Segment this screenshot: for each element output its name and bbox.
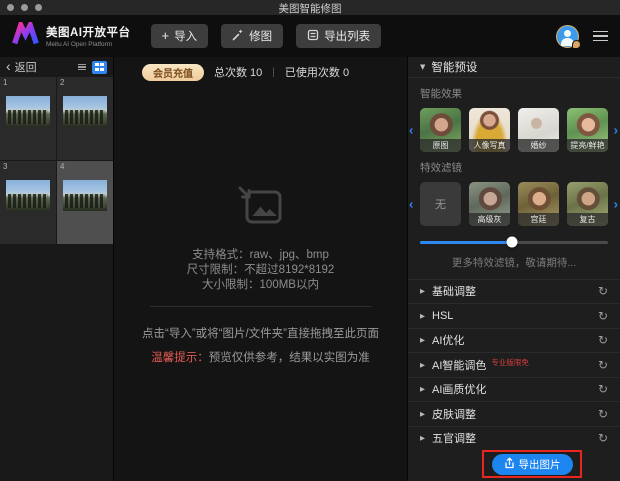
filter-none[interactable]: 无 <box>420 182 461 226</box>
toolbar: 美图AI开放平台 Meitu AI Open Platform + 导入 修图 … <box>0 15 620 57</box>
drop-hint: 点击“导入”或将“图片/文件夹”直接拖拽至此页面 <box>142 325 379 341</box>
smart-effects-label: 智能效果 <box>420 86 608 101</box>
filter-palace[interactable]: 宫廷 <box>518 182 559 226</box>
carousel-prev-icon[interactable]: ‹ <box>409 197 413 212</box>
filters-carousel: ‹ 无 高级灰 宫廷 复古 › <box>420 182 608 226</box>
chevron-down-icon: ▼ <box>420 63 425 71</box>
presets-carousel: ‹ 原图 人像写真 婚纱 提亮/鲜艳 › <box>420 108 608 152</box>
section-smart-presets[interactable]: ▼ 智能预设 <box>408 57 620 78</box>
reset-icon[interactable]: ↻ <box>598 285 608 297</box>
adjustments-panel: ▼ 智能预设 智能效果 ‹ 原图 人像写真 婚纱 提亮/鲜艳 › <box>408 57 620 481</box>
list-icon <box>78 63 86 71</box>
effect-filters-label: 特效滤镜 <box>420 160 608 175</box>
slider-fill <box>420 241 512 245</box>
chevron-right-icon: ▶ <box>420 410 425 418</box>
reset-icon[interactable]: ↻ <box>598 432 608 444</box>
total-count: 总次数 10 <box>214 64 262 80</box>
preset-portrait[interactable]: 人像写真 <box>469 108 510 152</box>
brand-name: 美图AI开放平台 <box>46 24 131 40</box>
thumbnail-grid: 1 2 3 4 <box>0 77 113 244</box>
size-limit: 大小限制：100MB以内 <box>202 278 319 293</box>
reset-icon[interactable]: ↻ <box>598 383 608 395</box>
chevron-right-icon: ▶ <box>420 287 425 295</box>
supported-formats: 支持格式：raw、jpg、bmp <box>192 248 329 263</box>
group-photo-thumbnail <box>6 180 50 211</box>
filter-retro[interactable]: 复古 <box>567 182 608 226</box>
filter-advanced-gray[interactable]: 高级灰 <box>469 182 510 226</box>
import-image-icon <box>236 185 286 234</box>
carousel-next-icon[interactable]: › <box>614 123 618 138</box>
grid-view-toggle[interactable] <box>92 61 107 74</box>
reset-icon[interactable]: ↻ <box>598 359 608 371</box>
wand-icon <box>232 29 244 44</box>
pro-free-badge: 专业版限免 <box>491 357 529 368</box>
section-ai-quality[interactable]: ▶ AI画质优化 ↻ <box>408 377 620 402</box>
window-title: 美图智能修图 <box>0 1 620 16</box>
reset-icon[interactable]: ↻ <box>598 310 608 322</box>
user-avatar[interactable] <box>556 25 579 48</box>
image-thumbnail[interactable]: 2 <box>57 77 113 160</box>
section-skin-adjustment[interactable]: ▶ 皮肤调整 ↻ <box>408 401 620 426</box>
usage-bar: 会员充值 总次数 10 | 已使用次数 0 <box>114 57 407 79</box>
avatar-person-icon <box>564 30 571 37</box>
chevron-right-icon: ▶ <box>420 361 425 369</box>
image-thumbnail[interactable]: 1 <box>0 77 56 160</box>
section-hsl[interactable]: ▶ HSL ↻ <box>408 303 620 328</box>
sidebar: ‹ 返回 1 2 3 <box>0 57 113 481</box>
brand-subtitle: Meitu AI Open Platform <box>46 41 131 48</box>
slider-thumb[interactable] <box>507 237 518 248</box>
app-window: 美图智能修图 美图AI开放平台 Meitu AI Open Platform +… <box>0 0 620 481</box>
filter-strength-slider[interactable] <box>420 237 608 247</box>
section-ai-optimize[interactable]: ▶ AI优化 ↻ <box>408 328 620 353</box>
group-photo-thumbnail <box>63 96 107 127</box>
back-button[interactable]: ‹ 返回 <box>6 59 37 75</box>
highlight-annotation-box: 导出图片 <box>482 450 582 478</box>
export-list-button[interactable]: 导出列表 <box>296 24 381 48</box>
carousel-next-icon[interactable]: › <box>614 197 618 212</box>
section-facial-adjustment[interactable]: ▶ 五官调整 ↻ <box>408 426 620 451</box>
warm-tip: 温馨提示：预览仅供参考，结果以实图为准 <box>151 349 370 365</box>
export-icon <box>504 457 515 472</box>
titlebar: 美图智能修图 <box>0 0 620 15</box>
preset-wedding[interactable]: 婚纱 <box>518 108 559 152</box>
import-button[interactable]: + 导入 <box>151 24 209 48</box>
menu-icon[interactable] <box>593 31 608 42</box>
more-filters-note: 更多特效滤镜，敬请期待... <box>408 255 620 270</box>
brand-logo: 美图AI开放平台 Meitu AI Open Platform <box>12 22 131 51</box>
retouch-button[interactable]: 修图 <box>221 24 283 48</box>
chevron-right-icon: ▶ <box>420 434 425 442</box>
preset-original[interactable]: 原图 <box>420 108 461 152</box>
carousel-prev-icon[interactable]: ‹ <box>409 123 413 138</box>
reset-icon[interactable]: ↻ <box>598 408 608 420</box>
member-recharge-button[interactable]: 会员充值 <box>142 64 204 81</box>
reset-icon[interactable]: ↻ <box>598 334 608 346</box>
chevron-left-icon: ‹ <box>6 59 11 73</box>
workspace: 会员充值 总次数 10 | 已使用次数 0 支持格式：raw、jpg、bmp 尺… <box>113 57 408 481</box>
export-image-button[interactable]: 导出图片 <box>492 454 573 475</box>
import-dropzone[interactable]: 支持格式：raw、jpg、bmp 尺寸限制：不超过8192*8192 大小限制：… <box>114 79 407 481</box>
meitu-logo-icon <box>12 22 39 51</box>
list-view-toggle[interactable] <box>74 61 89 74</box>
chevron-right-icon: ▶ <box>420 385 425 393</box>
group-photo-thumbnail <box>6 96 50 127</box>
plus-icon: + <box>162 29 170 42</box>
image-thumbnail[interactable]: 3 <box>0 161 56 244</box>
vip-badge-icon <box>572 40 581 49</box>
dimension-limit: 尺寸限制：不超过8192*8192 <box>187 263 335 278</box>
section-ai-color-grading[interactable]: ▶ AI智能调色 专业版限免 ↻ <box>408 352 620 377</box>
grid-icon <box>95 63 104 72</box>
group-photo-thumbnail <box>63 180 107 211</box>
chevron-right-icon: ▶ <box>420 336 425 344</box>
image-thumbnail-selected[interactable]: 4 <box>57 161 113 244</box>
used-count: 已使用次数 0 <box>285 64 349 80</box>
list-document-icon <box>307 29 319 44</box>
export-row: 导出图片 <box>408 450 620 481</box>
chevron-right-icon: ▶ <box>420 312 425 320</box>
preset-brighten-vivid[interactable]: 提亮/鲜艳 <box>567 108 608 152</box>
adjustment-sections: ▶ 基础调整 ↻ ▶ HSL ↻ ▶ AI优化 ↻ ▶ AI智能调色 专 <box>408 279 620 451</box>
divider <box>150 306 372 307</box>
section-basic-adjustment[interactable]: ▶ 基础调整 ↻ <box>408 279 620 304</box>
